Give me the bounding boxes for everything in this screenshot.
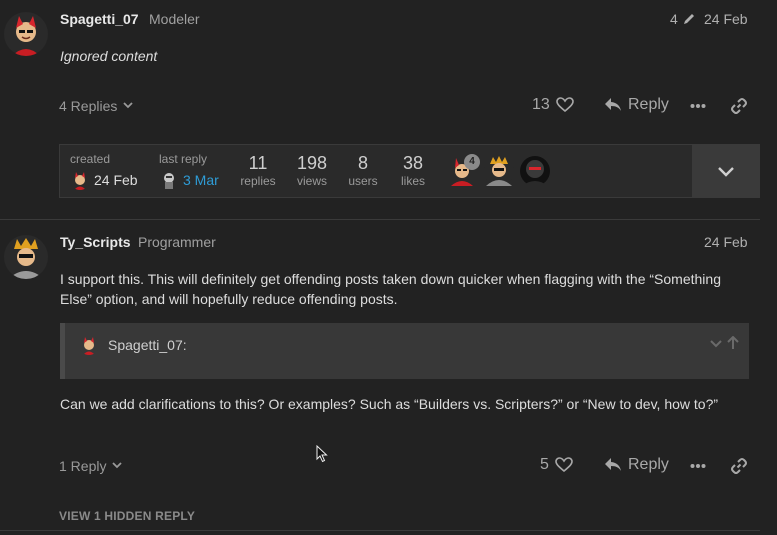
reply-label: Reply bbox=[628, 96, 669, 113]
participant-avatar-dark[interactable] bbox=[518, 154, 552, 188]
chevron-down-icon bbox=[717, 167, 734, 177]
post2-paragraph-2: Can we add clarifications to this? Or ex… bbox=[60, 396, 719, 412]
topic-last-reply[interactable]: last reply 3 Mar bbox=[159, 152, 219, 190]
post2-replies-toggle[interactable]: 1 Reply bbox=[59, 458, 123, 474]
post1-replies-toggle[interactable]: 4 Replies bbox=[59, 98, 134, 114]
post1-share-button[interactable] bbox=[730, 97, 748, 115]
topic-map-expand-button[interactable] bbox=[692, 145, 759, 197]
last-reply-date: 3 Mar bbox=[183, 172, 219, 188]
quote-expand-button[interactable] bbox=[709, 337, 723, 355]
heart-icon bbox=[555, 457, 573, 473]
link-icon bbox=[731, 98, 747, 114]
arrow-up-icon bbox=[727, 335, 739, 349]
post1-user-title: Modeler bbox=[149, 11, 200, 27]
chevron-down-icon bbox=[710, 340, 722, 348]
stat-number: 8 bbox=[357, 153, 368, 173]
creator-avatar bbox=[70, 170, 90, 190]
stat-label: views bbox=[296, 174, 327, 188]
edit-count: 4 bbox=[670, 11, 678, 27]
stat-number: 11 bbox=[248, 153, 268, 173]
like-count: 5 bbox=[540, 456, 549, 473]
mouse-cursor-icon bbox=[316, 444, 328, 468]
topic-created[interactable]: created 24 Feb bbox=[70, 152, 138, 190]
quote-block: Spagetti_07: bbox=[60, 323, 749, 379]
post1-content: Ignored content bbox=[60, 48, 158, 64]
stat-number: 198 bbox=[296, 153, 328, 173]
participant-count-badge: 4 bbox=[464, 154, 480, 170]
ellipsis-icon bbox=[690, 464, 706, 468]
quote-author-avatar bbox=[79, 335, 99, 355]
avatar-spagetti[interactable] bbox=[4, 12, 48, 56]
reply-icon bbox=[605, 98, 621, 111]
ellipsis-icon bbox=[690, 104, 706, 108]
post1-more-button[interactable] bbox=[690, 97, 706, 115]
participant-avatar-spagetti[interactable]: 4 bbox=[446, 154, 480, 188]
post1-like-button[interactable]: 13 bbox=[532, 96, 574, 114]
stat-label: likes bbox=[400, 174, 425, 188]
post-divider bbox=[0, 530, 760, 531]
like-count: 13 bbox=[532, 96, 550, 113]
created-date: 24 Feb bbox=[94, 172, 138, 188]
last-reply-label: last reply bbox=[159, 152, 208, 166]
pencil-icon bbox=[683, 14, 694, 24]
last-replier-avatar bbox=[159, 170, 179, 190]
avatar-ty-scripts[interactable] bbox=[4, 235, 48, 279]
post-divider bbox=[0, 219, 760, 220]
quote-author: Spagetti_07: bbox=[108, 337, 187, 353]
post1-date[interactable]: 24 Feb bbox=[704, 11, 748, 27]
stat-views: 198 views bbox=[293, 153, 331, 188]
post2-username[interactable]: Ty_Scripts bbox=[60, 234, 131, 250]
stat-label: replies bbox=[240, 174, 276, 188]
chevron-down-icon bbox=[111, 458, 123, 474]
post2-paragraph-1: I support this. This will definitely get… bbox=[60, 271, 721, 307]
chevron-down-icon bbox=[122, 98, 134, 114]
stat-users: 8 users bbox=[346, 153, 380, 188]
reply-icon bbox=[605, 458, 621, 471]
heart-icon bbox=[555, 97, 574, 113]
post1-edit-indicator[interactable]: 4 bbox=[670, 11, 696, 27]
stat-likes: 38 likes bbox=[396, 153, 430, 188]
view-hidden-reply-button[interactable]: VIEW 1 HIDDEN REPLY bbox=[59, 509, 195, 523]
post2-reply-button[interactable]: Reply bbox=[604, 456, 669, 474]
reply-label: Reply bbox=[628, 456, 669, 473]
stat-replies: 11 replies bbox=[240, 153, 276, 188]
stat-number: 38 bbox=[402, 153, 424, 173]
link-icon bbox=[731, 458, 747, 474]
post1-username[interactable]: Spagetti_07 bbox=[60, 11, 139, 27]
participant-avatar-ty[interactable] bbox=[482, 154, 516, 188]
post2-more-button[interactable] bbox=[690, 457, 706, 475]
quote-header[interactable]: Spagetti_07: bbox=[79, 335, 187, 355]
replies-toggle-label: 4 Replies bbox=[59, 98, 118, 114]
stat-label: users bbox=[348, 174, 378, 188]
post1-reply-button[interactable]: Reply bbox=[604, 96, 669, 114]
replies-toggle-label: 1 Reply bbox=[59, 458, 107, 474]
post2-date[interactable]: 24 Feb bbox=[704, 234, 748, 250]
post2-like-button[interactable]: 5 bbox=[540, 456, 573, 474]
post2-user-title: Programmer bbox=[138, 234, 216, 250]
post2-share-button[interactable] bbox=[730, 457, 748, 475]
created-label: created bbox=[70, 152, 111, 166]
quote-jump-button[interactable] bbox=[727, 335, 739, 355]
